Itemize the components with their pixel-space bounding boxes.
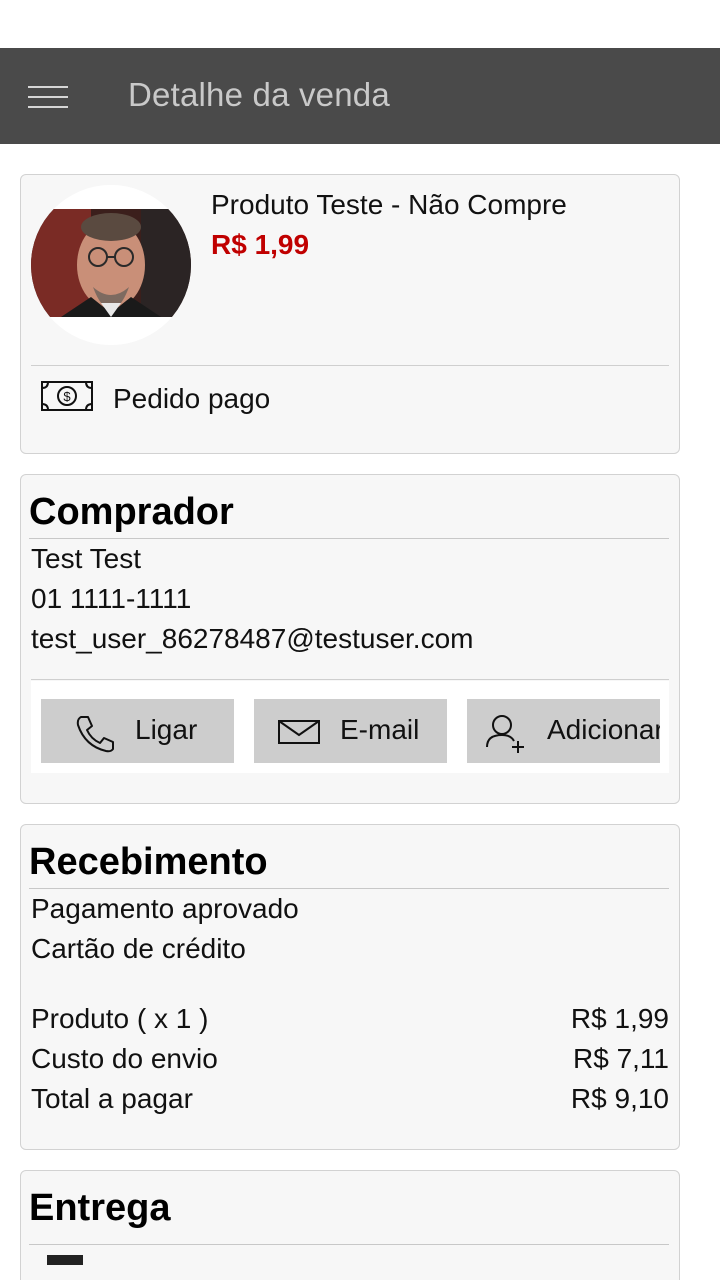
- add-contact-icon: [486, 715, 524, 753]
- section-rule: [29, 888, 669, 889]
- shipping-line-label: Custo do envio: [31, 1043, 218, 1074]
- email-button-label: E-mail: [340, 714, 420, 745]
- section-rule: [29, 538, 669, 539]
- buyer-actions: Ligar E-mail Adicionar: [31, 681, 669, 773]
- buyer-card: Comprador Test Test 01 1111-1111 test_us…: [20, 474, 680, 804]
- buyer-email: test_user_86278487@testuser.com: [31, 623, 474, 654]
- payment-status: Pagamento aprovado: [31, 893, 299, 924]
- delivery-icon: [47, 1255, 83, 1265]
- svg-text:$: $: [63, 389, 71, 404]
- buyer-section-title: Comprador: [29, 491, 234, 533]
- product-photo: [31, 185, 191, 345]
- product-name: Produto Teste - Não Compre: [211, 189, 567, 220]
- delivery-section-title: Entrega: [29, 1187, 171, 1229]
- add-contact-button[interactable]: Adicionar: [467, 699, 660, 763]
- page-title: Detalhe da venda: [128, 76, 390, 113]
- call-button-label: Ligar: [135, 714, 198, 745]
- mail-icon: [278, 720, 320, 744]
- order-status: Pedido pago: [113, 383, 271, 414]
- payment-method: Cartão de crédito: [31, 933, 246, 964]
- shipping-line-value: R$ 7,11: [573, 1043, 669, 1074]
- phone-icon: [76, 716, 114, 753]
- hamburger-menu-icon[interactable]: [28, 86, 68, 110]
- email-button[interactable]: E-mail: [254, 699, 447, 763]
- section-rule: [29, 1244, 669, 1245]
- total-line-label: Total a pagar: [31, 1083, 193, 1114]
- buyer-name: Test Test: [31, 543, 141, 574]
- status-bar: [0, 0, 720, 48]
- delivery-card: Entrega: [20, 1170, 680, 1280]
- add-contact-button-label: Adicionar: [547, 714, 660, 745]
- payment-card: Recebimento Pagamento aprovado Cartão de…: [20, 824, 680, 1150]
- money-bill-icon: $: [41, 381, 93, 411]
- app-bar: Detalhe da venda: [0, 48, 720, 144]
- product-line-label: Produto ( x 1 ): [31, 1003, 209, 1034]
- product-price: R$ 1,99: [211, 229, 310, 260]
- total-line-value: R$ 9,10: [570, 1083, 669, 1114]
- payment-section-title: Recebimento: [29, 841, 268, 883]
- divider: [31, 365, 669, 366]
- product-line-value: R$ 1,99: [570, 1003, 669, 1034]
- buyer-phone: 01 1111-1111: [31, 583, 192, 614]
- call-button[interactable]: Ligar: [41, 699, 234, 763]
- divider: [31, 679, 669, 680]
- product-card: Produto Teste - Não Compre R$ 1,99 $ Ped…: [20, 174, 680, 454]
